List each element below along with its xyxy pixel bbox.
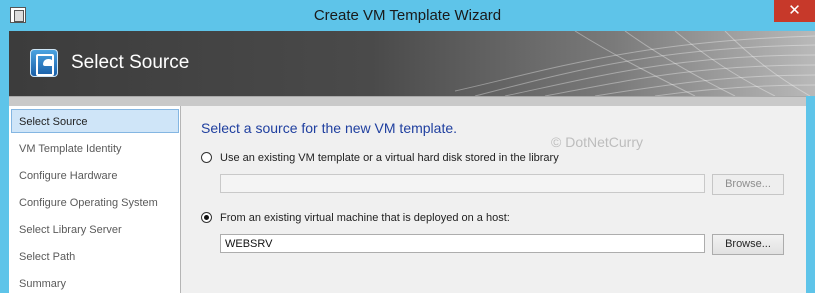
radio-label-from-existing-vm[interactable]: From an existing virtual machine that is… xyxy=(220,212,510,224)
nav-item-select-source[interactable]: Select Source xyxy=(11,109,179,133)
library-browse-button[interactable]: Browse... xyxy=(712,174,784,195)
vm-template-icon xyxy=(30,49,58,77)
vm-source-field[interactable]: WEBSRV xyxy=(220,234,705,253)
watermark-text: © DotNetCurry xyxy=(551,134,643,150)
nav-item-summary[interactable]: Summary xyxy=(11,271,179,293)
radio-label-use-existing-template[interactable]: Use an existing VM template or a virtual… xyxy=(220,152,559,164)
radio-from-existing-vm[interactable] xyxy=(201,212,212,223)
wizard-step-nav: Select Source VM Template Identity Confi… xyxy=(9,106,181,293)
window-frame-left xyxy=(0,31,9,293)
title-bar: Create VM Template Wizard ✕ xyxy=(0,0,815,31)
radio-use-existing-template[interactable] xyxy=(201,152,212,163)
nav-item-select-library-server[interactable]: Select Library Server xyxy=(11,217,179,241)
close-button[interactable]: ✕ xyxy=(774,0,815,22)
banner-separator xyxy=(9,96,815,106)
vm-browse-button[interactable]: Browse... xyxy=(712,234,784,255)
banner-decoration xyxy=(455,31,815,96)
window-frame-right xyxy=(806,96,815,293)
nav-item-select-path[interactable]: Select Path xyxy=(11,244,179,268)
header-banner: Select Source xyxy=(9,31,815,96)
library-source-field[interactable] xyxy=(220,174,705,193)
section-heading: Select a source for the new VM template. xyxy=(201,120,458,136)
nav-item-configure-operating-system[interactable]: Configure Operating System xyxy=(11,190,179,214)
nav-item-configure-hardware[interactable]: Configure Hardware xyxy=(11,163,179,187)
page-title: Select Source xyxy=(71,52,190,73)
nav-item-vm-template-identity[interactable]: VM Template Identity xyxy=(11,136,179,160)
main-panel: Select a source for the new VM template.… xyxy=(181,106,815,293)
window-title: Create VM Template Wizard xyxy=(313,7,502,24)
